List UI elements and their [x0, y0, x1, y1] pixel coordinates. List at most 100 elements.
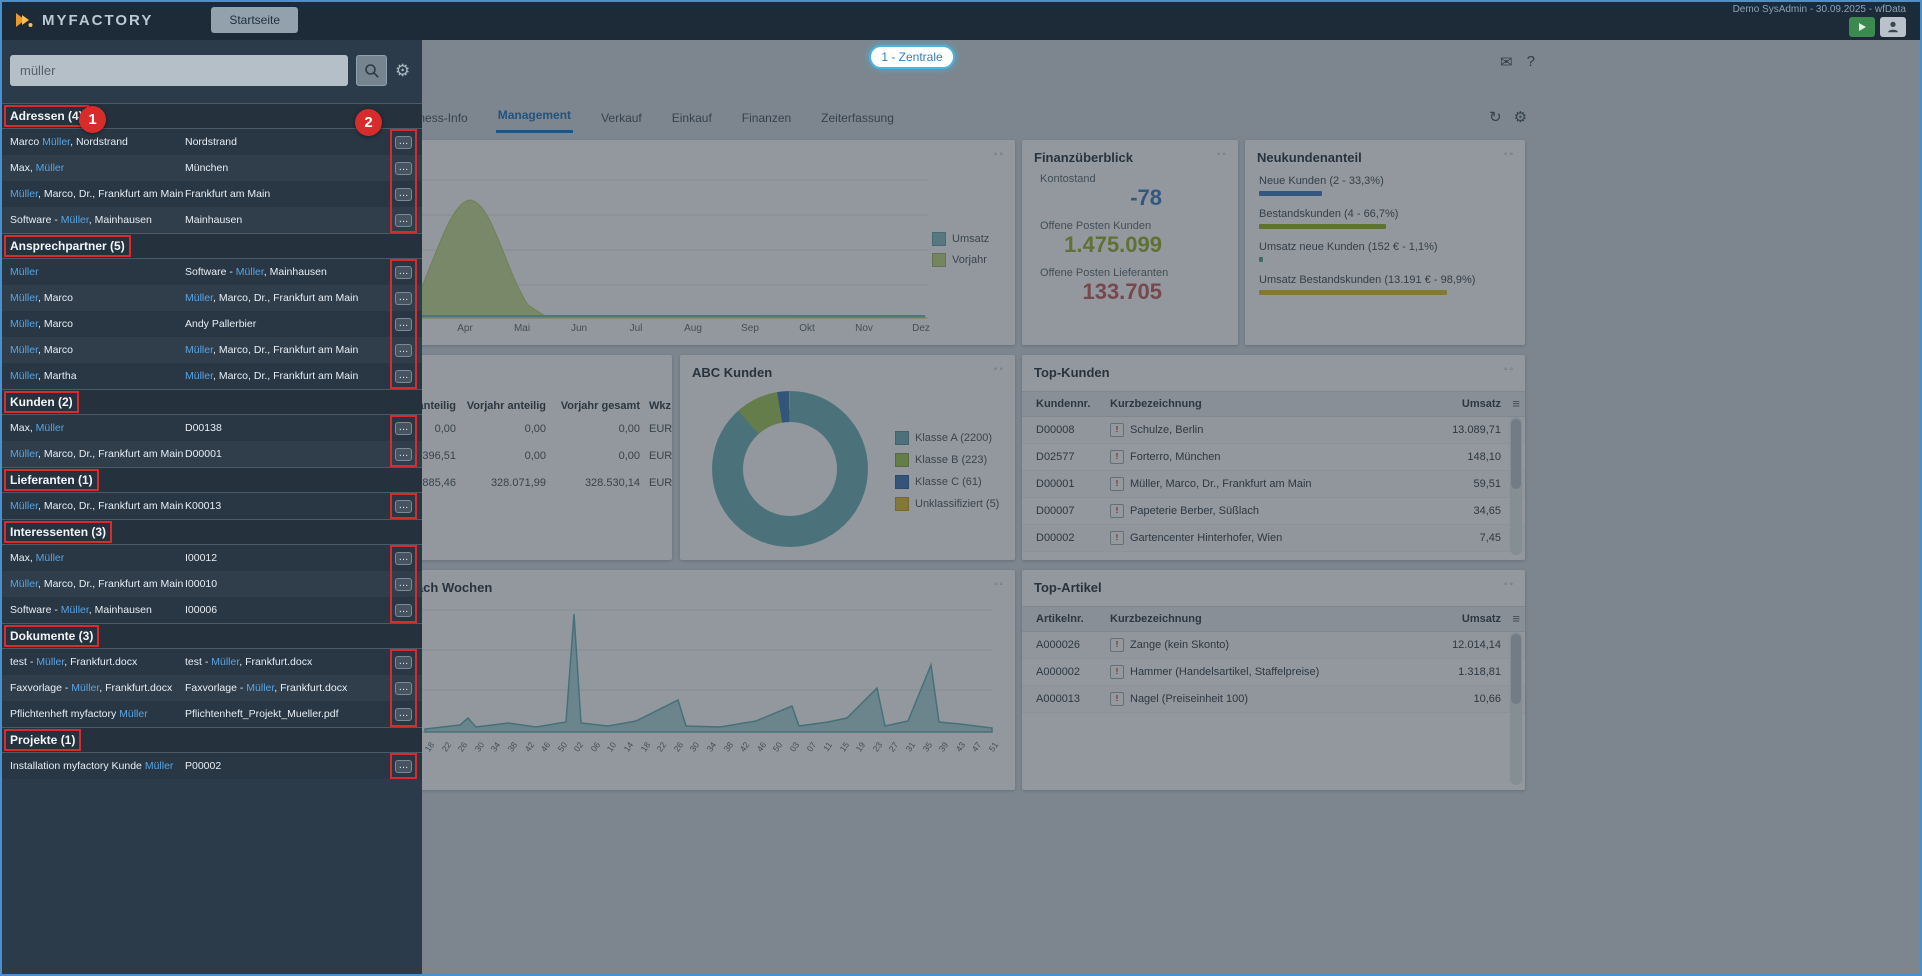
more-options-button[interactable]: … [395, 759, 412, 773]
result-secondary: Müller, Marco, Dr., Frankfurt am Main [185, 344, 389, 356]
search-result-row[interactable]: Müller, Marco Müller, Marco, Dr., Frankfu… [0, 285, 422, 311]
result-text: , Nordstrand [70, 136, 128, 148]
highlighted-match: Müller [10, 500, 39, 512]
result-primary: Pflichtenheft myfactory Müller [10, 708, 185, 720]
search-result-row[interactable]: Installation myfactory Kunde Müller P0000… [0, 753, 422, 779]
search-group-header: Ansprechpartner (5) [0, 233, 422, 259]
more-options-button[interactable]: … [395, 499, 412, 513]
search-result-row[interactable]: Software - Müller, Mainhausen I00006… [0, 597, 422, 623]
highlighted-match: Müller [10, 188, 39, 200]
search-group: Kunden (2) Max, Müller D00138… Müller, Marc… [0, 389, 422, 467]
highlighted-match: Müller [10, 448, 39, 460]
result-text: , Frankfurt.docx [99, 682, 173, 694]
search-result-row[interactable]: Müller, Marco, Dr., Frankfurt am Main D00… [0, 441, 422, 467]
highlighted-match: Müller [10, 292, 39, 304]
more-options-button[interactable]: … [395, 447, 412, 461]
search-group-rows: Installation myfactory Kunde Müller P0000… [0, 753, 422, 779]
search-result-row[interactable]: Max, Müller I00012… [0, 545, 422, 571]
result-text: I00012 [185, 552, 218, 564]
highlighted-match: Müller [10, 318, 39, 330]
search-result-row[interactable]: Müller, Martha Müller, Marco, Dr., Frankf… [0, 363, 422, 389]
search-group-label: Projekte (1) [10, 733, 76, 747]
more-options-button[interactable]: … [395, 343, 412, 357]
more-options-button[interactable]: … [395, 655, 412, 669]
highlighted-match: Müller [10, 370, 39, 382]
user-button[interactable] [1880, 17, 1906, 37]
search-result-row[interactable]: Max, Müller D00138… [0, 415, 422, 441]
result-text: D00001 [185, 448, 222, 460]
search-settings-gear-icon[interactable]: ⚙ [395, 61, 410, 81]
more-options-button[interactable]: … [395, 707, 412, 721]
result-text: Nordstrand [185, 136, 237, 148]
more-options-button[interactable]: … [395, 265, 412, 279]
result-text: , Marco, Dr., Frankfurt am Main [38, 578, 184, 590]
search-group-header: Projekte (1) [0, 727, 422, 753]
annotation-step-2-badge: 2 [355, 109, 382, 136]
result-text: , Frankfurt.docx [274, 682, 348, 694]
result-text: Frankfurt am Main [185, 188, 271, 200]
search-result-row[interactable]: Pflichtenheft myfactory Müller Pflichtenh… [0, 701, 422, 727]
highlighted-match: Müller [42, 136, 71, 148]
search-results-list: Adressen (4) Marco Müller, Nordstrand Nord… [0, 103, 422, 779]
search-result-row[interactable]: Max, Müller München … [0, 155, 422, 181]
result-primary: Max, Müller [10, 162, 185, 174]
topbar-right: Demo SysAdmin - 30.09.2025 - wfData [1733, 3, 1922, 37]
search-result-row[interactable]: Marco Müller, Nordstrand Nordstrand… [0, 129, 422, 155]
more-options-button[interactable]: … [395, 135, 412, 149]
more-options-button[interactable]: … [395, 213, 412, 227]
user-icon [1888, 21, 1898, 33]
highlighted-match: Müller [185, 370, 214, 382]
result-text: München [185, 162, 229, 174]
search-result-row[interactable]: Software - Müller, Mainhausen Mainhausen… [0, 207, 422, 233]
search-icon [364, 63, 379, 78]
result-primary: Müller, Marco, Dr., Frankfurt am Main [10, 448, 185, 460]
result-text: Max, [10, 422, 36, 434]
search-group-header: Lieferanten (1) [0, 467, 422, 493]
search-group-rows: Max, Müller D00138… Müller, Marco, Dr., Fr… [0, 415, 422, 467]
search-button[interactable] [356, 55, 387, 86]
highlighted-match: Müller [119, 708, 148, 720]
quick-action-button[interactable] [1849, 17, 1875, 37]
more-options-button[interactable]: … [395, 603, 412, 617]
search-group: Interessenten (3) Max, Müller I00012… Mülle… [0, 519, 422, 623]
search-input[interactable] [10, 55, 348, 86]
result-secondary: K00013 [185, 500, 389, 512]
logo-text: MYFACTORY [42, 11, 154, 29]
result-secondary: Frankfurt am Main [185, 188, 389, 200]
search-group-rows: Müller, Marco, Dr., Frankfurt am Main K00… [0, 493, 422, 519]
search-result-row[interactable]: Müller, Marco, Dr., Frankfurt am Main K00… [0, 493, 422, 519]
logo-arrow-icon [16, 13, 33, 27]
result-text: test - [185, 656, 212, 668]
search-result-row[interactable]: test - Müller, Frankfurt.docx test - Müll… [0, 649, 422, 675]
startseite-tab[interactable]: Startseite [211, 7, 299, 33]
result-text: Faxvorlage - [185, 682, 247, 694]
result-primary: Faxvorlage - Müller, Frankfurt.docx [10, 682, 185, 694]
search-result-row[interactable]: Müller, Marco Müller, Marco, Dr., Frankfu… [0, 337, 422, 363]
result-primary: Müller, Marco [10, 344, 185, 356]
more-options-button[interactable]: … [395, 421, 412, 435]
result-primary: Software - Müller, Mainhausen [10, 214, 185, 226]
more-options-button[interactable]: … [395, 317, 412, 331]
search-result-row[interactable]: Müller Software - Müller, Mainhausen… [0, 259, 422, 285]
more-options-button[interactable]: … [395, 369, 412, 383]
result-text: I00010 [185, 578, 218, 590]
search-result-row[interactable]: Müller, Marco, Dr., Frankfurt am Main Fra… [0, 181, 422, 207]
more-options-button[interactable]: … [395, 577, 412, 591]
result-text: , Marco, Dr., Frankfurt am Main [213, 292, 359, 304]
result-secondary: Nordstrand [185, 136, 389, 148]
result-secondary: D00138 [185, 422, 389, 434]
site-selector-button[interactable]: 1 - Zentrale [869, 45, 955, 69]
more-options-button[interactable]: … [395, 161, 412, 175]
more-options-button[interactable]: … [395, 681, 412, 695]
more-options-button[interactable]: … [395, 551, 412, 565]
more-options-button[interactable]: … [395, 291, 412, 305]
result-text: Max, [10, 552, 36, 564]
annotation-step-1-badge: 1 [79, 106, 106, 133]
search-result-row[interactable]: Müller, Marco Andy Pallerbier… [0, 311, 422, 337]
search-result-row[interactable]: Faxvorlage - Müller, Frankfurt.docx Faxvo… [0, 675, 422, 701]
search-result-row[interactable]: Müller, Marco, Dr., Frankfurt am Main I00… [0, 571, 422, 597]
highlighted-match: Müller [235, 266, 264, 278]
more-options-button[interactable]: … [395, 187, 412, 201]
result-secondary: D00001 [185, 448, 389, 460]
search-group: Dokumente (3) test - Müller, Frankfurt.do… [0, 623, 422, 727]
